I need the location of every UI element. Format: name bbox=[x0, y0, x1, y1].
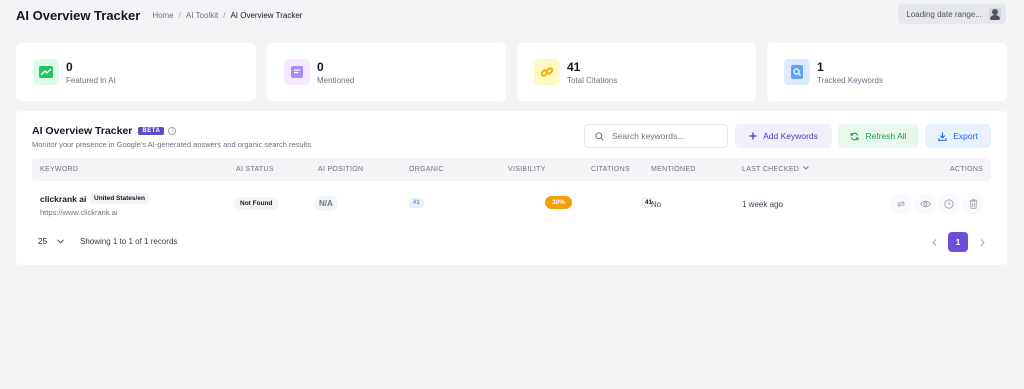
stat-card-keywords: 1 Tracked Keywords bbox=[767, 43, 1007, 101]
stat-label: Mentioned bbox=[317, 75, 355, 85]
trash-icon bbox=[969, 199, 977, 209]
stat-value: 1 bbox=[817, 59, 824, 74]
breadcrumb-separator: / bbox=[178, 10, 181, 20]
date-range-picker[interactable]: Loading date range... bbox=[898, 4, 1006, 24]
clock-icon bbox=[944, 199, 954, 209]
add-keywords-button[interactable]: Add Keywords bbox=[735, 124, 832, 148]
info-icon[interactable]: i bbox=[168, 127, 177, 135]
column-header-keyword[interactable]: KEYWORD bbox=[40, 166, 78, 173]
search-icon bbox=[595, 131, 604, 141]
column-header-actions: ACTIONS bbox=[950, 166, 984, 173]
view-button[interactable] bbox=[915, 194, 935, 214]
table-row: clickrank ai United States/en https://ww… bbox=[32, 184, 991, 226]
sort-chevron-icon bbox=[803, 166, 810, 170]
date-range-label: Loading date range... bbox=[906, 9, 982, 19]
chevron-right-icon bbox=[980, 238, 985, 246]
next-page-button[interactable] bbox=[972, 232, 992, 252]
stat-label: Featured in AI bbox=[66, 75, 116, 85]
page-size-value: 25 bbox=[38, 236, 47, 246]
column-header-last-checked[interactable]: LAST CHECKED bbox=[742, 166, 810, 173]
keyword-name: clickrank ai bbox=[40, 194, 87, 204]
history-button[interactable] bbox=[939, 194, 959, 214]
previous-page-button[interactable] bbox=[924, 232, 944, 252]
column-header-mentioned[interactable]: MENTIONED bbox=[651, 166, 696, 173]
recheck-icon bbox=[896, 200, 906, 208]
delete-button[interactable] bbox=[963, 194, 983, 214]
breadcrumb-ai-toolkit[interactable]: AI Toolkit bbox=[186, 11, 218, 20]
column-header-visibility[interactable]: VISIBILITY bbox=[508, 166, 546, 173]
page-button-1[interactable]: 1 bbox=[948, 232, 968, 252]
stat-value: 0 bbox=[317, 59, 324, 74]
page-size-select[interactable]: 25 bbox=[32, 231, 72, 251]
breadcrumb-separator: / bbox=[223, 10, 226, 20]
panel-title: AI Overview Tracker bbox=[32, 125, 133, 137]
message-icon bbox=[284, 59, 310, 85]
stat-value: 41 bbox=[567, 59, 581, 74]
search-doc-icon bbox=[784, 59, 810, 85]
beta-badge: BETA bbox=[138, 127, 165, 135]
export-button[interactable]: Export bbox=[925, 124, 991, 148]
export-icon bbox=[938, 131, 947, 141]
trend-chart-icon bbox=[33, 59, 59, 85]
breadcrumb: Home / AI Toolkit / AI Overview Tracker bbox=[152, 11, 302, 20]
table-header: KEYWORD AI STATUS AI POSITION ORGANIC VI… bbox=[32, 158, 991, 181]
refresh-all-label: Refresh All bbox=[865, 131, 907, 141]
search-box[interactable] bbox=[584, 124, 728, 148]
page-title: AI Overview Tracker bbox=[16, 7, 141, 23]
column-header-organic[interactable]: ORGANIC bbox=[409, 166, 444, 173]
breadcrumb-home[interactable]: Home bbox=[152, 11, 173, 20]
organic-rank-badge: #1 bbox=[409, 198, 424, 208]
eye-icon bbox=[919, 200, 931, 208]
export-label: Export bbox=[953, 131, 978, 141]
chevron-left-icon bbox=[931, 238, 936, 246]
stat-label: Total Citations bbox=[567, 75, 618, 85]
chevron-down-icon bbox=[57, 238, 64, 244]
top-bar: AI Overview Tracker Home / AI Toolkit / … bbox=[0, 0, 1024, 30]
refresh-all-button[interactable]: Refresh All bbox=[838, 124, 919, 148]
plus-icon bbox=[749, 132, 757, 140]
tracker-panel: AI Overview Tracker BETA i Monitor your … bbox=[16, 111, 1007, 265]
visibility-badge: 30% bbox=[545, 196, 573, 209]
last-checked-value: 1 week ago bbox=[742, 200, 783, 209]
recheck-button[interactable] bbox=[891, 194, 911, 214]
breadcrumb-current: AI Overview Tracker bbox=[230, 10, 303, 20]
column-header-last-checked-label: LAST CHECKED bbox=[742, 166, 800, 173]
stat-label: Tracked Keywords bbox=[817, 75, 883, 85]
add-keywords-label: Add Keywords bbox=[763, 131, 818, 141]
stat-card-featured: 0 Featured in AI bbox=[16, 43, 256, 101]
stat-card-mentioned: 0 Mentioned bbox=[267, 43, 506, 101]
location-badge: United States/en bbox=[90, 193, 149, 204]
panel-header: AI Overview Tracker BETA i bbox=[32, 125, 177, 137]
column-header-citations[interactable]: CITATIONS bbox=[591, 166, 630, 173]
stat-value: 0 bbox=[66, 59, 73, 74]
keyword-url[interactable]: https://www.clickrank.ai bbox=[40, 208, 118, 217]
link-icon bbox=[534, 59, 560, 85]
stat-card-citations: 41 Total Citations bbox=[517, 43, 756, 101]
refresh-icon bbox=[850, 132, 859, 141]
ai-position-badge: N/A bbox=[314, 196, 338, 211]
column-header-ai-status[interactable]: AI STATUS bbox=[236, 166, 274, 173]
ai-status-badge: Not Found bbox=[234, 197, 279, 210]
panel-subtitle: Monitor your presence in Google's AI-gen… bbox=[32, 140, 312, 149]
mentioned-value: No bbox=[651, 200, 662, 209]
column-header-ai-position[interactable]: AI POSITION bbox=[318, 166, 363, 173]
search-input[interactable] bbox=[612, 131, 722, 141]
avatar[interactable] bbox=[989, 8, 1001, 20]
records-info: Showing 1 to 1 of 1 records bbox=[80, 237, 178, 246]
